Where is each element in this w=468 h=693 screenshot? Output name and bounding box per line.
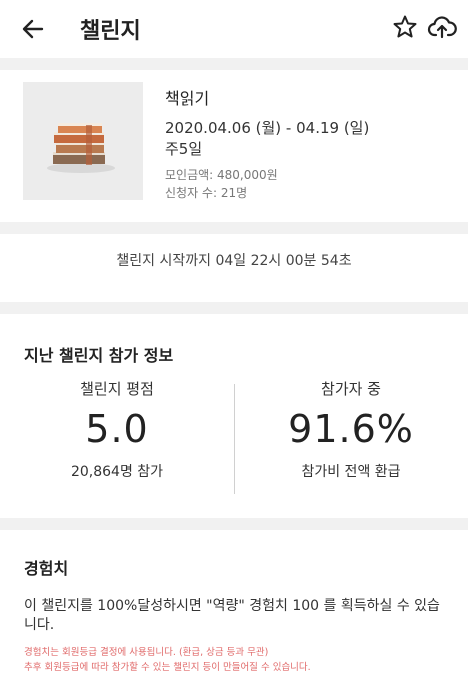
divider	[0, 222, 468, 234]
arrow-left-icon	[22, 19, 44, 39]
share-button[interactable]	[427, 14, 457, 40]
challenge-dates: 2020.04.06 (월) - 04.19 (일)	[165, 119, 370, 137]
challenge-name: 책읽기	[165, 89, 210, 108]
participant-count: 20,864명 참가	[70, 464, 164, 480]
rating-label: 챌린지 평점	[80, 380, 154, 398]
applicant-count: 신청자 수: 21명	[165, 186, 248, 200]
refund-label: 참가비 전액 환급	[301, 464, 401, 480]
back-button[interactable]	[18, 14, 48, 44]
rating-stat: 챌린지 평점 5.0 20,864명 참가	[0, 378, 234, 481]
divider	[0, 58, 468, 70]
past-info-title: 지난 챌린지 참가 정보	[24, 346, 174, 365]
divider	[0, 302, 468, 314]
vertical-divider	[234, 384, 235, 494]
refund-rate: 91.6%	[288, 407, 414, 451]
experience-note-1: 경험치는 회원등급 결정에 사용됩니다. (환급, 상금 등과 무관)	[24, 647, 269, 658]
divider	[0, 518, 468, 530]
experience-description: 이 챌린지를 100%달성하시면 "역량" 경험치 100 를 획득하실 수 있…	[24, 598, 440, 633]
participants-label: 참가자 중	[321, 380, 381, 398]
challenge-summary: 책읽기 2020.04.06 (월) - 04.19 (일) 주5일 모인금액:…	[0, 70, 468, 220]
countdown-timer: 챌린지 시작까지 04일 22시 00분 54초	[116, 253, 352, 269]
refund-stat: 참가자 중 91.6% 참가비 전액 환급	[234, 378, 468, 481]
star-outline-icon	[393, 15, 417, 38]
books-image	[23, 82, 143, 200]
page-title: 챌린지	[80, 19, 141, 44]
challenge-frequency: 주5일	[165, 140, 203, 158]
challenge-thumbnail[interactable]	[23, 82, 143, 200]
favorite-button[interactable]	[392, 14, 418, 40]
rating-value: 5.0	[85, 407, 149, 451]
experience-title: 경험치	[24, 559, 69, 578]
app-header: 챌린지	[0, 0, 468, 58]
experience-note-2: 추후 회원등급에 따라 참가할 수 있는 챌린지 등이 만들어질 수 있습니다.	[24, 662, 311, 673]
raised-amount: 모인금액: 480,000원	[165, 168, 278, 182]
cloud-upload-icon	[427, 16, 457, 39]
